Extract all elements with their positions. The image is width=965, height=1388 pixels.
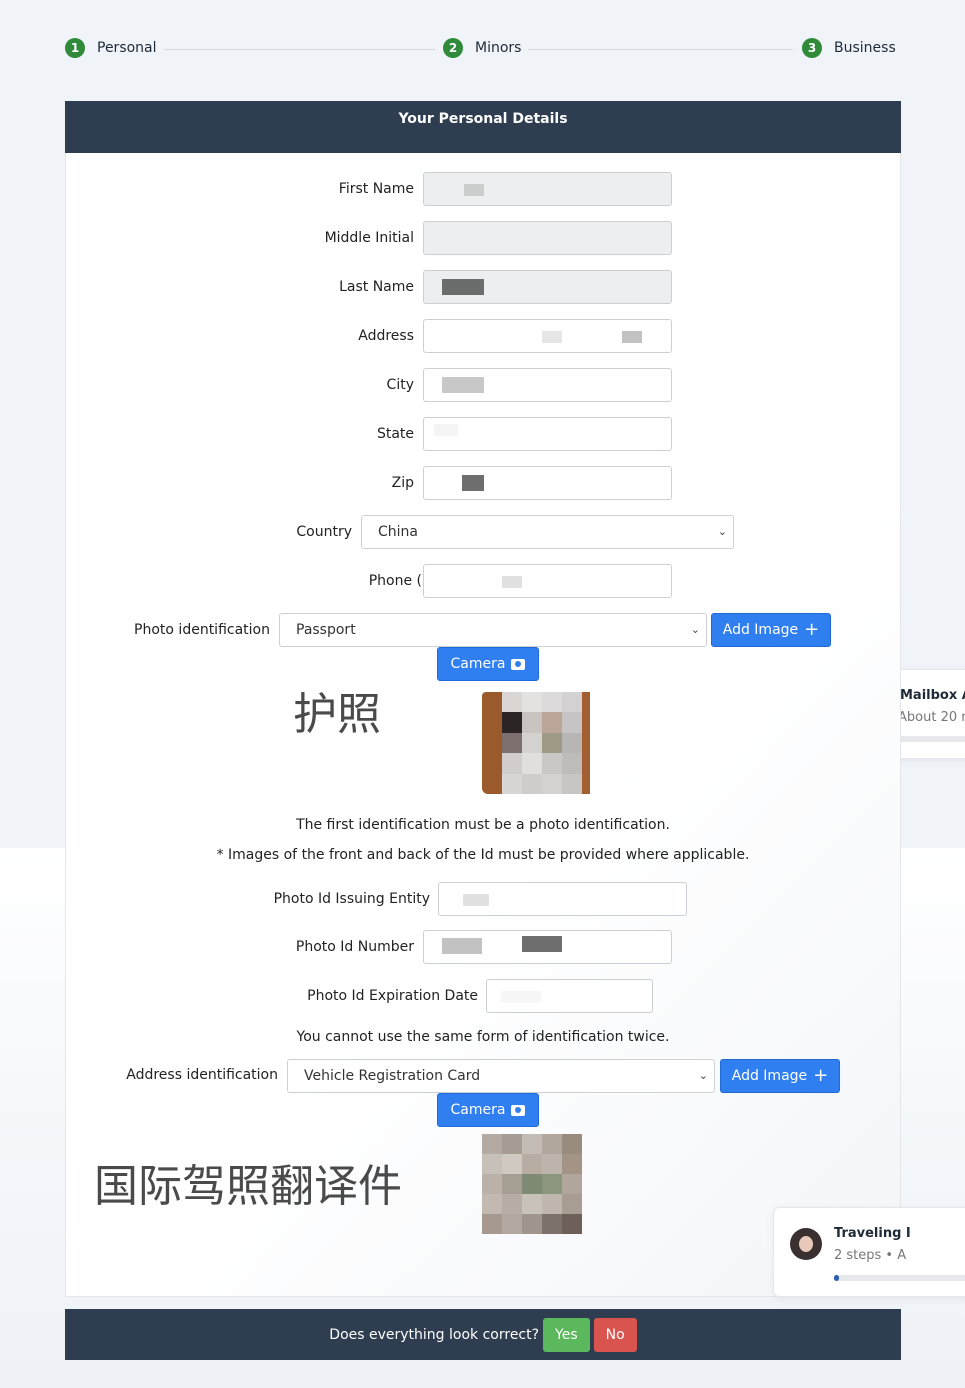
middle-initial-field[interactable] xyxy=(423,221,672,255)
address-label: Address xyxy=(358,328,414,344)
add-image-label: Add Image xyxy=(722,622,799,638)
step-number: 3 xyxy=(802,38,822,58)
add-image-label: Add Image xyxy=(731,1068,808,1084)
first-name-field[interactable] xyxy=(423,172,672,206)
traveling-side-card[interactable]: Traveling I 2 steps • A xyxy=(773,1207,965,1297)
address-id-select-value: Vehicle Registration Card xyxy=(304,1068,481,1084)
traveling-card-title: Traveling I xyxy=(834,1226,911,1241)
confirmation-bar: Does everything look correct? Yes No xyxy=(65,1309,901,1360)
passport-caption: 护照 xyxy=(293,689,381,740)
mailbox-card-subtitle: About 20 m xyxy=(898,710,965,725)
step-label: Minors xyxy=(475,40,522,56)
step-connector xyxy=(163,49,435,50)
step-connector xyxy=(528,49,793,50)
step-minors[interactable]: 2 Minors xyxy=(443,38,521,58)
phone-field[interactable] xyxy=(423,564,672,598)
country-label: Country xyxy=(296,524,352,540)
confirmation-question: Does everything look correct? xyxy=(329,1326,540,1343)
avatar xyxy=(790,1228,822,1260)
photo-id-number-field[interactable] xyxy=(423,930,672,964)
yes-button[interactable]: Yes xyxy=(543,1317,590,1352)
address-id-caption: 国际驾照翻译件 xyxy=(94,1161,402,1212)
traveling-card-subtitle: 2 steps • A xyxy=(834,1248,907,1263)
note-same-form: You cannot use the same form of identifi… xyxy=(296,1029,670,1045)
camera-icon xyxy=(511,658,526,670)
mailbox-side-card[interactable]: Mailbox A About 20 m xyxy=(893,669,965,759)
camera-icon xyxy=(511,1104,526,1116)
city-label: City xyxy=(386,377,414,393)
camera-label: Camera xyxy=(450,656,506,672)
photo-id-label: Photo identification xyxy=(134,622,270,638)
state-label: State xyxy=(376,426,414,442)
city-field[interactable] xyxy=(423,368,672,402)
photo-id-camera-button[interactable]: Camera xyxy=(437,647,539,681)
chevron-down-icon: ⌄ xyxy=(698,1069,708,1082)
country-select[interactable]: China ⌄ xyxy=(361,515,734,549)
traveling-progress xyxy=(834,1275,965,1281)
mailbox-progress xyxy=(894,736,965,742)
no-button[interactable]: No xyxy=(593,1317,637,1352)
address-id-label: Address identification xyxy=(126,1067,278,1083)
state-field[interactable] xyxy=(423,417,672,451)
card-title: Your Personal Details xyxy=(65,101,901,153)
first-name-label: First Name xyxy=(338,181,414,197)
photo-id-issuing-field[interactable] xyxy=(438,882,687,916)
mailbox-card-title: Mailbox A xyxy=(900,688,965,703)
country-select-value: China xyxy=(378,524,418,540)
zip-label: Zip xyxy=(391,475,414,491)
address-field[interactable] xyxy=(423,319,672,353)
photo-id-select-value: Passport xyxy=(296,622,356,638)
phone-label: Phone ( xyxy=(368,573,422,589)
step-number: 1 xyxy=(65,38,85,58)
plus-icon: + xyxy=(804,619,820,640)
zip-field[interactable] xyxy=(423,466,672,500)
step-label: Business xyxy=(834,40,896,56)
photo-id-issuing-label: Photo Id Issuing Entity xyxy=(273,891,430,907)
photo-id-number-label: Photo Id Number xyxy=(295,939,414,955)
note-first-id: The first identification must be a photo… xyxy=(296,817,670,833)
passport-image[interactable] xyxy=(482,692,590,794)
address-id-select[interactable]: Vehicle Registration Card ⌄ xyxy=(287,1059,715,1093)
last-name-label: Last Name xyxy=(339,279,414,295)
photo-id-expiration-field[interactable] xyxy=(486,979,653,1013)
chevron-down-icon: ⌄ xyxy=(717,525,727,538)
note-front-back: * Images of the front and back of the Id… xyxy=(216,847,750,863)
photo-id-expiration-label: Photo Id Expiration Date xyxy=(307,988,478,1004)
middle-initial-label: Middle Initial xyxy=(324,230,414,246)
step-business[interactable]: 3 Business xyxy=(802,38,896,58)
address-id-camera-button[interactable]: Camera xyxy=(437,1093,539,1127)
step-label: Personal xyxy=(97,40,157,56)
camera-label: Camera xyxy=(450,1102,506,1118)
last-name-field[interactable] xyxy=(423,270,672,304)
photo-id-select[interactable]: Passport ⌄ xyxy=(279,613,707,647)
add-address-id-image-button[interactable]: Add Image + xyxy=(720,1059,840,1093)
plus-icon: + xyxy=(813,1065,829,1086)
step-number: 2 xyxy=(443,38,463,58)
add-photo-id-image-button[interactable]: Add Image + xyxy=(711,613,831,647)
address-id-image[interactable] xyxy=(482,1134,582,1234)
chevron-down-icon: ⌄ xyxy=(690,623,700,636)
step-personal[interactable]: 1 Personal xyxy=(65,38,157,58)
